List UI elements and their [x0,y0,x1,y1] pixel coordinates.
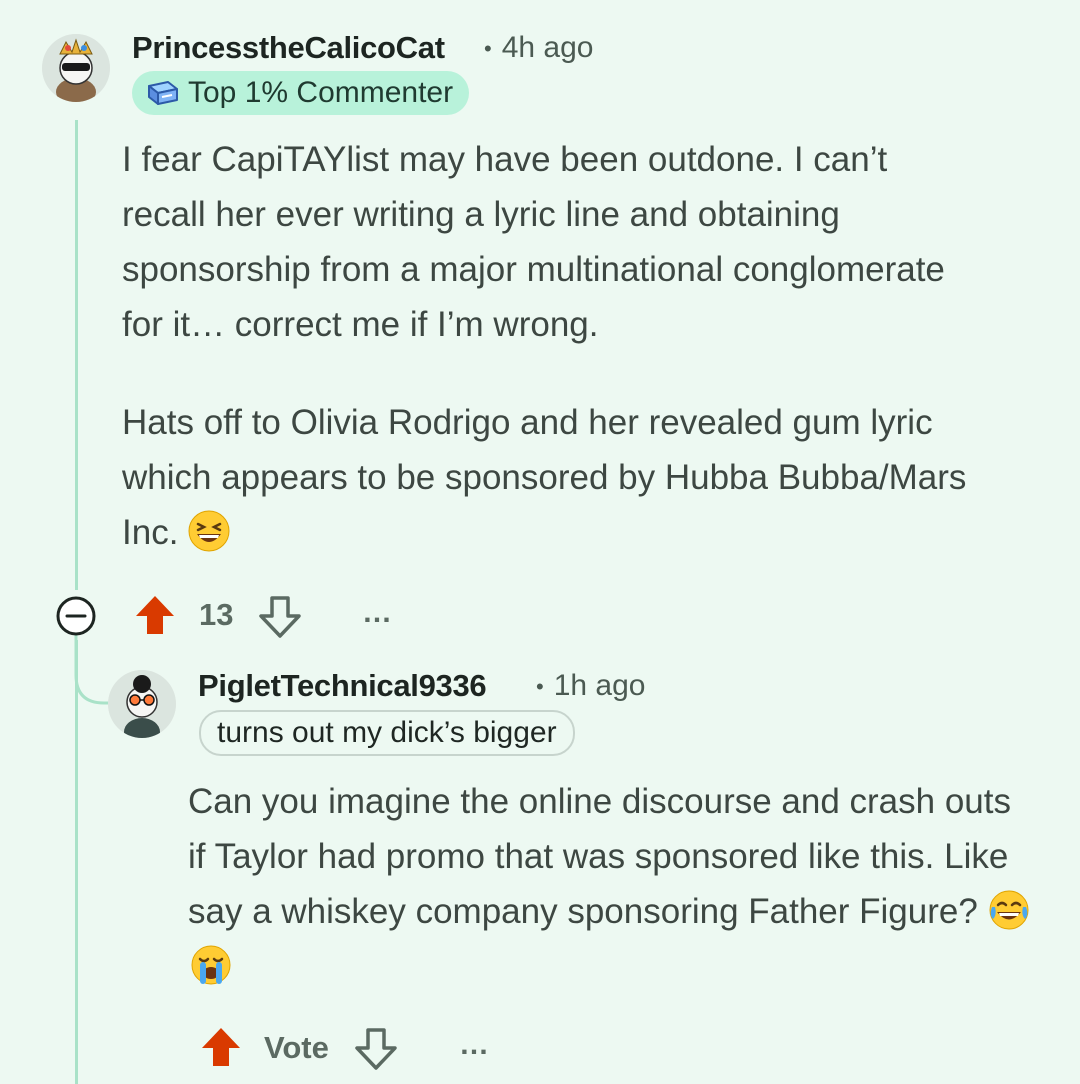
downvote-arrow-icon[interactable] [353,1026,399,1072]
downvote-arrow-icon[interactable] [257,594,303,640]
reply-timestamp: • 1h ago [536,669,645,703]
grinning-squinting-emoji [188,510,230,552]
reply-paragraph-text: Can you imagine the online discourse and… [188,782,1011,931]
vote-label: Vote [264,1030,329,1065]
separator-dot: • [536,674,544,700]
top-commenter-badge-icon [148,81,178,105]
comment-paragraph: Hats off to Olivia Rodrigo and her revea… [122,395,1022,560]
reply-body: Can you imagine the online discourse and… [188,774,1038,994]
separator-dot: • [484,36,492,62]
loudly-crying-emoji [191,945,231,985]
upvote-arrow-icon[interactable] [198,1024,244,1070]
user-flair-badge[interactable]: Top 1% Commenter [132,71,470,115]
comment-paragraph: I fear CapiTAYlist may have been outdone… [122,140,945,344]
reply-avatar[interactable] [108,670,176,738]
user-avatar-icon [42,34,110,102]
vote-count: 13 [199,597,234,632]
comment-time: 4h ago [501,31,594,64]
comment-username[interactable]: PrincesstheCalicoCat [132,30,445,66]
reply-username[interactable]: PigletTechnical9336 [198,668,487,704]
more-dots-icon[interactable]: … [459,1028,490,1062]
reply-paragraph: Can you imagine the online discourse and… [188,774,1038,994]
user-flair-badge[interactable]: turns out my dick’s bigger [199,710,575,756]
comment-body: I fear CapiTAYlist may have been outdone… [122,132,1022,560]
avatar[interactable] [42,34,110,102]
collapse-minus-icon[interactable] [55,595,97,637]
thread-line-upper[interactable] [75,120,78,590]
flair-label: Top 1% Commenter [188,76,454,109]
reply-time: 1h ago [553,669,646,702]
tears-of-joy-emoji [989,890,1029,930]
more-dots-icon[interactable]: … [362,596,393,630]
upvote-arrow-icon[interactable] [132,592,178,638]
user-avatar-icon [108,670,176,738]
comment-paragraph-text: Hats off to Olivia Rodrigo and her revea… [122,403,967,552]
flair-label: turns out my dick’s bigger [217,716,557,749]
comment-timestamp: • 4h ago [484,31,593,65]
